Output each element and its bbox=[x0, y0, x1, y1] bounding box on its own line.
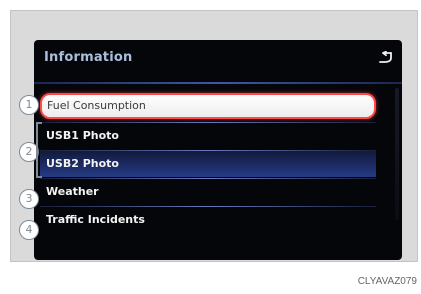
callout-4: 4 bbox=[19, 220, 39, 240]
information-screen: Information Fuel Consumption USB1 Photo … bbox=[34, 40, 402, 260]
menu-item-fuel-consumption[interactable]: Fuel Consumption bbox=[40, 93, 376, 119]
list-scrollbar[interactable] bbox=[395, 88, 399, 220]
callout-3: 3 bbox=[19, 189, 39, 209]
menu-item-weather[interactable]: Weather bbox=[40, 179, 376, 205]
header-divider bbox=[34, 82, 402, 84]
menu-item-traffic-incidents[interactable]: Traffic Incidents bbox=[40, 207, 376, 233]
screen-title: Information bbox=[44, 50, 133, 65]
figure-caption: CLYAVAZ079 bbox=[357, 276, 417, 287]
back-arrow-icon[interactable] bbox=[376, 50, 394, 64]
callout-1: 1 bbox=[19, 95, 39, 115]
usb-photo-bracket bbox=[36, 122, 42, 178]
menu-item-usb2-photo[interactable]: USB2 Photo bbox=[40, 151, 376, 177]
menu-item-usb1-photo[interactable]: USB1 Photo bbox=[40, 123, 376, 149]
